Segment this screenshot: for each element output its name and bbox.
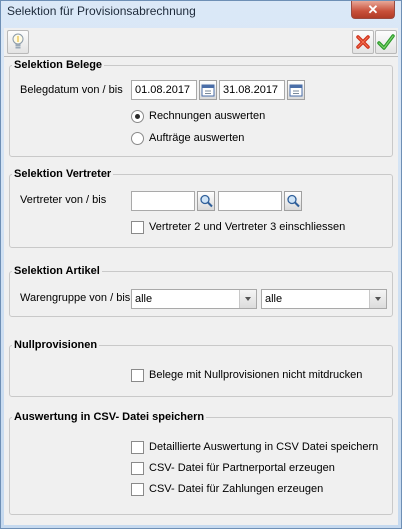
red-x-icon xyxy=(356,35,370,49)
date-to-input[interactable] xyxy=(219,80,285,100)
search-icon xyxy=(287,194,300,208)
green-check-icon xyxy=(377,34,395,50)
csv-detail-label[interactable]: Detaillierte Auswertung in CSV Datei spe… xyxy=(149,441,378,453)
vertreter-include-label[interactable]: Vertreter 2 und Vertreter 3 einschliesse… xyxy=(149,221,345,233)
csv-partnerportal-checkbox[interactable] xyxy=(131,462,144,475)
csv-detail-checkbox[interactable] xyxy=(131,441,144,454)
hint-button[interactable] xyxy=(7,30,29,54)
date-to-calendar-button[interactable] xyxy=(287,80,305,100)
group-nullprovisionen: Nullprovisionen Belege mit Nullprovision… xyxy=(9,339,393,397)
nullprovisionen-label[interactable]: Belege mit Nullprovisionen nicht mitdruc… xyxy=(149,369,362,381)
close-button[interactable]: ✕ xyxy=(351,1,395,19)
group-belege-title: Selektion Belege xyxy=(14,59,103,71)
vertreter-range-label: Vertreter von / bis xyxy=(20,194,107,206)
cancel-button[interactable] xyxy=(352,30,374,54)
csv-partnerportal-label[interactable]: CSV- Datei für Partnerportal erzeugen xyxy=(149,462,335,474)
radio-invoices-label[interactable]: Rechnungen auswerten xyxy=(149,110,265,122)
date-from-input[interactable] xyxy=(131,80,197,100)
group-vertreter: Selektion Vertreter Vertreter von / bis … xyxy=(9,168,393,248)
vertreter-from-input[interactable] xyxy=(131,191,195,211)
warengruppe-from-value: alle xyxy=(135,293,153,305)
vertreter-include-checkbox[interactable] xyxy=(131,221,144,234)
chevron-down-icon[interactable] xyxy=(239,290,256,308)
group-artikel-title: Selektion Artikel xyxy=(14,265,100,277)
ok-button[interactable] xyxy=(375,30,397,54)
toolbar xyxy=(4,28,398,57)
radio-orders[interactable] xyxy=(131,132,144,145)
lightbulb-icon xyxy=(12,33,24,49)
chevron-down-icon[interactable] xyxy=(369,290,386,308)
csv-zahlungen-label[interactable]: CSV- Datei für Zahlungen erzeugen xyxy=(149,483,323,495)
csv-zahlungen-checkbox[interactable] xyxy=(131,483,144,496)
window-title: Selektion für Provisionsabrechnung xyxy=(7,4,196,18)
vertreter-to-search-button[interactable] xyxy=(284,191,302,211)
warengruppe-to-select[interactable]: alle xyxy=(261,289,387,309)
group-belege: Selektion Belege Belegdatum von / bis 01… xyxy=(9,59,393,157)
calendar-icon xyxy=(289,84,303,97)
warengruppe-from-select[interactable]: alle xyxy=(131,289,257,309)
group-vertreter-title: Selektion Vertreter xyxy=(14,168,112,180)
search-icon xyxy=(200,194,213,208)
group-csv: Auswertung in CSV- Datei speichern Detai… xyxy=(9,411,393,515)
dialog-window: Selektion für Provisionsabrechnung ✕ Sel… xyxy=(0,0,402,529)
warengruppe-range-label: Warengruppe von / bis xyxy=(20,292,131,304)
nullprovisionen-checkbox[interactable] xyxy=(131,369,144,382)
form-content: Selektion Belege Belegdatum von / bis 01… xyxy=(4,57,398,525)
vertreter-to-input[interactable] xyxy=(218,191,282,211)
radio-orders-label[interactable]: Aufträge auswerten xyxy=(149,132,244,144)
date-from-calendar-button[interactable] xyxy=(199,80,217,100)
calendar-icon xyxy=(201,84,215,97)
radio-invoices[interactable] xyxy=(131,110,144,123)
warengruppe-to-value: alle xyxy=(265,293,283,305)
group-csv-title: Auswertung in CSV- Datei speichern xyxy=(14,411,205,423)
group-artikel: Selektion Artikel Warengruppe von / bis … xyxy=(9,265,393,317)
vertreter-from-search-button[interactable] xyxy=(197,191,215,211)
date-range-label: Belegdatum von / bis xyxy=(20,84,123,96)
title-bar[interactable]: Selektion für Provisionsabrechnung ✕ xyxy=(1,1,401,21)
group-nullprovisionen-title: Nullprovisionen xyxy=(14,339,98,351)
